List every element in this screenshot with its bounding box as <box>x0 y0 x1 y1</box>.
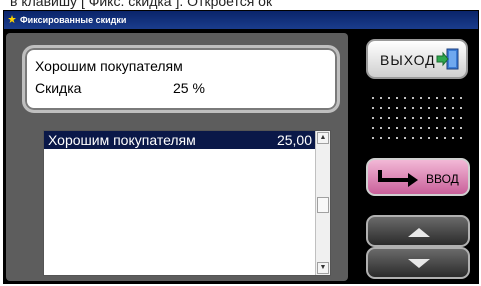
speaker-dot <box>396 117 398 119</box>
speaker-dot <box>388 97 390 99</box>
speaker-dot <box>380 117 382 119</box>
speaker-dot <box>404 127 406 129</box>
speaker-dot <box>372 117 374 119</box>
speaker-dot <box>380 137 382 139</box>
speaker-dot <box>436 127 438 129</box>
arrow-down-icon <box>408 259 430 268</box>
enter-button-label: ВВОД <box>426 172 459 186</box>
speaker-dot <box>388 127 390 129</box>
speaker-dot <box>460 107 462 109</box>
app-icon <box>8 15 16 23</box>
speaker-dot <box>388 137 390 139</box>
discount-value: 25 % <box>173 80 205 96</box>
speaker-dot <box>420 107 422 109</box>
speaker-dot <box>404 97 406 99</box>
speaker-dot <box>372 137 374 139</box>
speaker-dot <box>420 97 422 99</box>
speaker-dot <box>428 127 430 129</box>
scroll-down-nav-button[interactable] <box>366 247 470 279</box>
speaker-dot <box>452 107 454 109</box>
selected-discount-name: Хорошим покупателям <box>35 58 183 74</box>
speaker-dot <box>412 137 414 139</box>
speaker-dot <box>396 127 398 129</box>
speaker-dot <box>436 137 438 139</box>
enter-button[interactable]: ВВОД <box>366 158 470 196</box>
speaker-dot <box>412 107 414 109</box>
speaker-dot <box>444 107 446 109</box>
speaker-dot <box>436 117 438 119</box>
speaker-dot <box>396 97 398 99</box>
speaker-grille: (function(){ var sp = document.currentSc… <box>368 91 468 147</box>
list-item-name: Хорошим покупателям <box>48 132 196 148</box>
speaker-dot <box>396 107 398 109</box>
main-panel: Хорошим покупателям Скидка 25 % Хорошим … <box>6 33 348 281</box>
speaker-dot <box>388 117 390 119</box>
speaker-dot <box>428 107 430 109</box>
speaker-dot <box>452 117 454 119</box>
speaker-dot <box>372 107 374 109</box>
speaker-dot <box>372 97 374 99</box>
scroll-up-nav-button[interactable] <box>366 215 470 247</box>
window-title: Фиксированные скидки <box>20 15 127 25</box>
scroll-down-button[interactable]: ▼ <box>317 262 329 274</box>
speaker-dot <box>444 127 446 129</box>
speaker-dot <box>412 117 414 119</box>
discount-list[interactable]: Хорошим покупателям 25,00 ▲ ▼ <box>43 130 331 276</box>
discount-info-panel: Хорошим покупателям Скидка 25 % <box>22 45 340 113</box>
scroll-up-button[interactable]: ▲ <box>317 132 329 144</box>
speaker-dot <box>436 97 438 99</box>
vertical-scrollbar[interactable]: ▲ ▼ <box>315 131 330 275</box>
speaker-dot <box>452 137 454 139</box>
speaker-dot <box>428 117 430 119</box>
exit-door-icon <box>436 48 459 70</box>
list-item[interactable]: Хорошим покупателям 25,00 <box>44 131 316 149</box>
speaker-dot <box>428 137 430 139</box>
speaker-dot <box>444 117 446 119</box>
exit-button-label: ВЫХОД <box>380 52 436 68</box>
speaker-dot <box>460 127 462 129</box>
speaker-dot <box>460 117 462 119</box>
speaker-dot <box>420 137 422 139</box>
document-text-above: в клавишу [ Фикс. скидка ]. Откроется ок <box>10 0 273 9</box>
speaker-dot <box>404 117 406 119</box>
speaker-dot <box>404 107 406 109</box>
speaker-dot <box>404 137 406 139</box>
scroll-thumb[interactable] <box>317 197 329 213</box>
speaker-dot <box>420 127 422 129</box>
speaker-dot <box>420 117 422 119</box>
arrow-up-icon <box>408 228 430 237</box>
speaker-dot <box>380 127 382 129</box>
speaker-dot <box>444 137 446 139</box>
speaker-dot <box>388 107 390 109</box>
speaker-dot <box>380 97 382 99</box>
speaker-dot <box>460 97 462 99</box>
speaker-dot <box>428 97 430 99</box>
title-bar[interactable]: Фиксированные скидки <box>4 11 478 29</box>
speaker-dot <box>412 97 414 99</box>
list-item-value: 25,00 <box>276 132 312 148</box>
exit-button[interactable]: ВЫХОД <box>366 39 468 79</box>
speaker-dot <box>452 127 454 129</box>
speaker-dot <box>452 97 454 99</box>
speaker-dot <box>396 137 398 139</box>
speaker-dot <box>436 107 438 109</box>
enter-arrow-icon <box>378 170 418 187</box>
button-panel: ВЫХОД (function(){ var sp = document.cur… <box>358 33 476 281</box>
speaker-dot <box>460 137 462 139</box>
speaker-dot <box>380 107 382 109</box>
speaker-dot <box>444 97 446 99</box>
discounts-window: Фиксированные скидки Хорошим покупателям… <box>3 10 479 284</box>
speaker-dot <box>372 127 374 129</box>
speaker-dot <box>412 127 414 129</box>
discount-label: Скидка <box>35 80 82 96</box>
